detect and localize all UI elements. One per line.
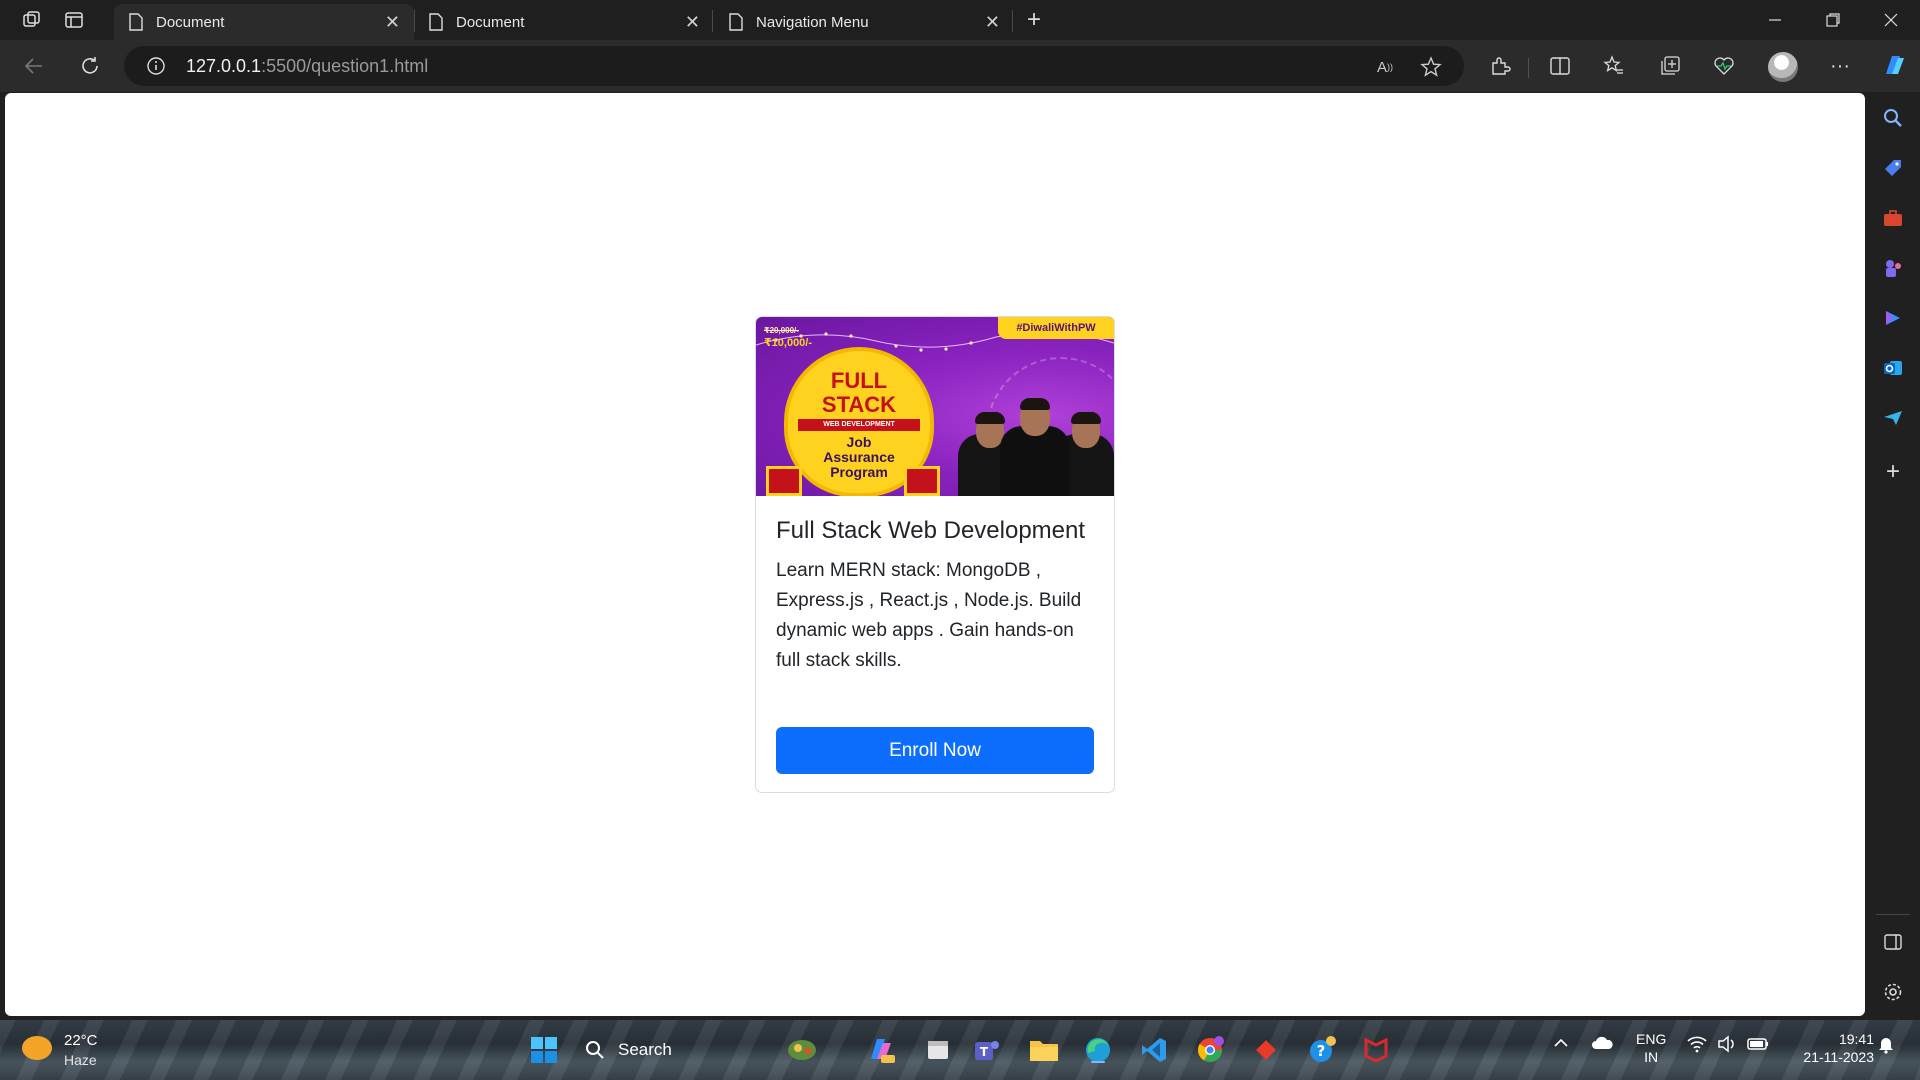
close-icon[interactable]: ✕ — [685, 12, 700, 33]
extensions-icon[interactable] — [1486, 52, 1514, 80]
settings-gear-icon[interactable] — [1881, 980, 1905, 1004]
chrome-icon[interactable] — [1194, 1034, 1226, 1066]
file-manager-icon[interactable] — [922, 1034, 954, 1066]
tab-title: Document — [456, 13, 525, 31]
profile-avatar[interactable] — [1768, 52, 1798, 82]
edge-sidebar: + — [1866, 92, 1920, 1020]
page-viewport: #DiwaliWithPW ₹20,000/- ₹10,000/- FULL ST… — [5, 93, 1865, 1016]
copilot-preview-icon[interactable] — [864, 1034, 896, 1066]
widgets-icon[interactable] — [786, 1034, 818, 1066]
url-text[interactable]: 127.0.0.1:5500/question1.html — [186, 56, 428, 77]
tab-title: Document — [156, 13, 225, 31]
gift-box-icon — [766, 466, 802, 496]
card-description: Learn MERN stack: MongoDB , Express.js ,… — [776, 560, 1082, 671]
search-icon — [586, 1041, 604, 1059]
collections-icon[interactable] — [1656, 52, 1684, 80]
games-icon[interactable] — [1881, 256, 1905, 280]
vscode-icon[interactable] — [1138, 1034, 1170, 1066]
document-icon — [429, 13, 443, 31]
svg-text:T: T — [980, 1045, 989, 1059]
tab-document-1[interactable]: Document ✕ — [114, 4, 414, 40]
tools-briefcase-icon[interactable] — [1881, 206, 1905, 230]
mcafee-icon[interactable] — [1360, 1034, 1392, 1066]
restore-icon[interactable] — [1804, 0, 1862, 40]
course-banner-image: #DiwaliWithPW ₹20,000/- ₹10,000/- FULL ST… — [756, 317, 1114, 496]
address-bar[interactable]: 127.0.0.1:5500/question1.html A)) — [124, 46, 1464, 86]
temperature-text: 22°C — [64, 1032, 98, 1049]
tab-separator — [1012, 10, 1013, 32]
gift-box-icon — [904, 466, 940, 496]
sidebar-divider — [1876, 914, 1910, 915]
close-window-icon[interactable] — [1862, 0, 1920, 40]
windows-start-icon[interactable] — [528, 1034, 560, 1066]
split-screen-icon[interactable] — [1546, 52, 1574, 80]
browser-tab-bar: Document ✕ Document ✕ Navigation Menu ✕ … — [0, 0, 1920, 40]
system-clock[interactable]: 19:41 21-11-2023 — [1784, 1030, 1874, 1066]
new-tab-plus-icon[interactable]: + — [1020, 6, 1048, 33]
minimize-icon[interactable] — [1746, 0, 1804, 40]
file-explorer-icon[interactable] — [1028, 1034, 1060, 1066]
workspaces-icon[interactable] — [18, 8, 46, 32]
taskbar-search[interactable]: Search — [584, 1030, 764, 1070]
anydesk-icon[interactable] — [1250, 1034, 1282, 1066]
tab-navigation-menu[interactable]: Navigation Menu ✕ — [714, 4, 1014, 40]
more-options-icon[interactable]: ··· — [1826, 52, 1854, 80]
tab-separator — [712, 10, 713, 32]
document-icon — [129, 13, 143, 31]
add-plus-icon[interactable]: + — [1881, 458, 1905, 485]
course-card: #DiwaliWithPW ₹20,000/- ₹10,000/- FULL ST… — [755, 316, 1115, 793]
back-arrow-icon[interactable] — [20, 52, 48, 80]
toolbar-separator — [1528, 58, 1529, 78]
tab-document-2[interactable]: Document ✕ — [414, 4, 714, 40]
windows-taskbar: 22°C Haze Search T ? ENG IN 19:41 21-11-… — [0, 1020, 1920, 1080]
enroll-now-button[interactable]: Enroll Now — [776, 727, 1094, 774]
tab-title: Navigation Menu — [756, 13, 869, 31]
copilot-icon[interactable] — [1880, 52, 1908, 80]
notifications-bell-icon[interactable] — [1876, 1034, 1896, 1057]
help-icon[interactable]: ? — [1306, 1034, 1338, 1066]
hashtag-label: #DiwaliWithPW — [998, 317, 1114, 339]
favorite-star-icon[interactable] — [1418, 54, 1444, 80]
copilot-sidebar-icon[interactable] — [1881, 306, 1905, 330]
price-label: ₹20,000/- ₹10,000/- — [764, 326, 813, 349]
card-body: Full Stack Web Development Learn MERN st… — [776, 515, 1096, 676]
hide-sidebar-icon[interactable] — [1881, 930, 1905, 954]
card-title: Full Stack Web Development — [776, 517, 1086, 544]
close-icon[interactable]: ✕ — [985, 12, 1000, 33]
svg-text:?: ? — [1317, 1042, 1326, 1060]
shopping-tag-icon[interactable] — [1881, 156, 1905, 180]
browser-toolbar: 127.0.0.1:5500/question1.html A)) ··· — [0, 40, 1920, 92]
instructor-photo — [1000, 380, 1070, 496]
outlook-icon[interactable] — [1881, 356, 1905, 380]
teams-icon[interactable]: T — [970, 1034, 1002, 1066]
haze-weather-icon — [22, 1036, 52, 1060]
close-icon[interactable]: ✕ — [385, 12, 400, 33]
document-icon — [729, 13, 743, 31]
site-info-icon[interactable] — [146, 56, 166, 76]
weather-condition-text: Haze — [64, 1052, 97, 1068]
browser-essentials-icon[interactable] — [1710, 52, 1738, 80]
favorites-icon[interactable] — [1600, 52, 1628, 80]
wifi-icon[interactable] — [1686, 1034, 1708, 1057]
battery-icon[interactable] — [1746, 1034, 1770, 1057]
refresh-icon[interactable] — [76, 52, 104, 80]
volume-icon[interactable] — [1716, 1034, 1738, 1057]
language-indicator[interactable]: ENG IN — [1636, 1030, 1666, 1066]
search-icon[interactable] — [1881, 106, 1905, 130]
read-aloud-icon[interactable]: A)) — [1372, 54, 1398, 80]
send-icon[interactable] — [1881, 406, 1905, 430]
tab-actions-icon[interactable] — [60, 8, 88, 32]
onedrive-cloud-icon[interactable] — [1590, 1034, 1614, 1055]
show-hidden-icons-chevron[interactable] — [1552, 1034, 1570, 1055]
edge-browser-icon[interactable] — [1082, 1034, 1114, 1066]
